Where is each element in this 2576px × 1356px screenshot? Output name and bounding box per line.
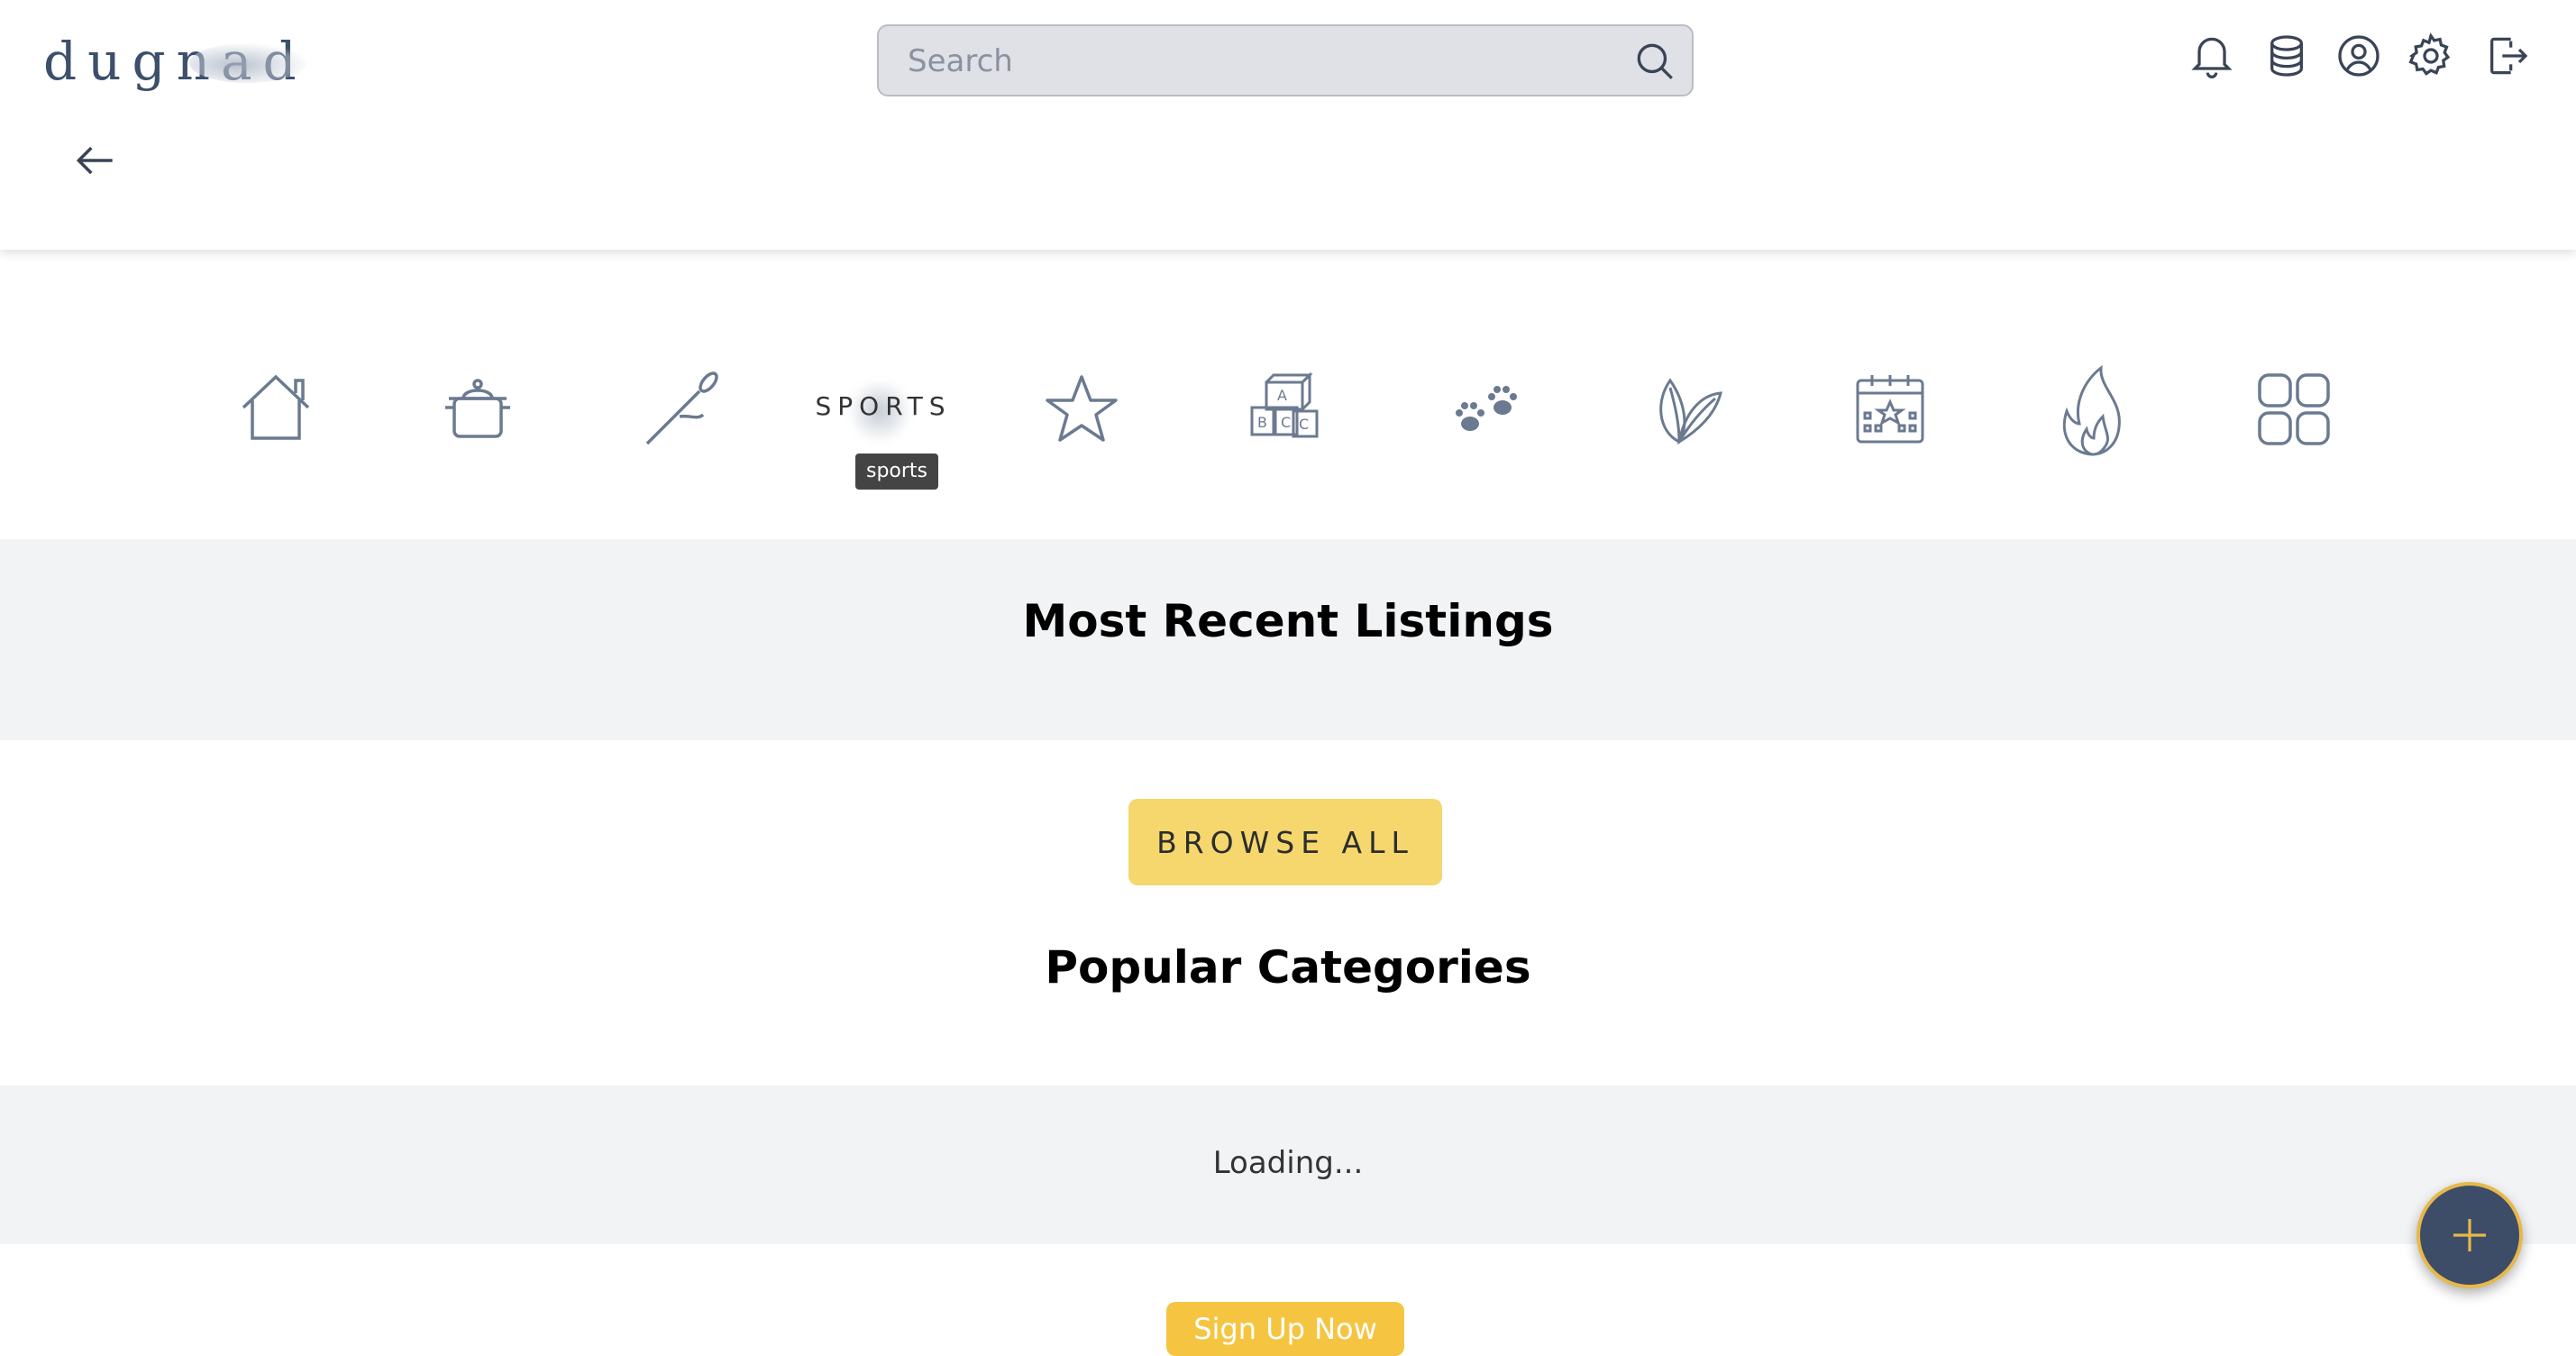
pot-icon bbox=[445, 379, 510, 438]
category-home[interactable] bbox=[231, 361, 321, 458]
loading-text: Loading... bbox=[1212, 1145, 1364, 1181]
popular-categories-title: Popular Categories bbox=[1045, 941, 1531, 994]
category-events[interactable] bbox=[1845, 361, 1935, 458]
plus-icon bbox=[2453, 1219, 2486, 1251]
logo-swoosh bbox=[189, 43, 306, 83]
category-garden[interactable] bbox=[1643, 361, 1733, 458]
sports-tooltip: sports bbox=[855, 454, 938, 490]
sign-up-button[interactable]: Sign Up Now bbox=[1166, 1302, 1404, 1356]
needle-icon bbox=[645, 371, 718, 445]
logout-icon[interactable] bbox=[2481, 31, 2532, 81]
user-icon[interactable] bbox=[2334, 31, 2384, 81]
flame-icon bbox=[2062, 364, 2121, 456]
back-arrow-icon[interactable] bbox=[70, 135, 121, 186]
svg-text:A: A bbox=[1277, 387, 1287, 404]
add-listing-button[interactable] bbox=[2416, 1182, 2523, 1288]
grid-icon bbox=[2258, 373, 2330, 445]
category-popular[interactable] bbox=[2047, 361, 2137, 458]
category-cooking[interactable] bbox=[433, 361, 523, 458]
category-pets[interactable] bbox=[1441, 361, 1531, 458]
blocks-icon: B C C A bbox=[1250, 371, 1319, 438]
database-icon[interactable] bbox=[2261, 31, 2312, 81]
search-icon[interactable] bbox=[1632, 39, 1677, 84]
paw-icon bbox=[1456, 386, 1517, 431]
sports-hover-label[interactable]: SPORTS bbox=[811, 391, 955, 421]
category-kids[interactable]: B C C A bbox=[1239, 361, 1329, 458]
leaf-icon bbox=[1659, 378, 1722, 445]
bell-icon[interactable] bbox=[2187, 31, 2237, 81]
category-sewing[interactable] bbox=[635, 361, 725, 458]
recent-listings-title: Most Recent Listings bbox=[1022, 595, 1554, 647]
svg-text:C: C bbox=[1281, 414, 1291, 431]
home-icon bbox=[242, 374, 310, 440]
svg-text:B: B bbox=[1257, 414, 1267, 431]
category-favorites[interactable] bbox=[1037, 361, 1127, 458]
gear-icon[interactable] bbox=[2406, 31, 2456, 81]
top-header: dugnad bbox=[0, 0, 2576, 250]
svg-text:C: C bbox=[1299, 416, 1309, 433]
search-bar bbox=[877, 24, 1694, 96]
calendar-icon bbox=[1856, 375, 1924, 444]
star-icon bbox=[1046, 375, 1118, 442]
category-all[interactable] bbox=[2249, 361, 2339, 458]
search-input[interactable] bbox=[906, 37, 1612, 86]
browse-all-button[interactable]: BROWSE ALL bbox=[1128, 799, 1442, 885]
